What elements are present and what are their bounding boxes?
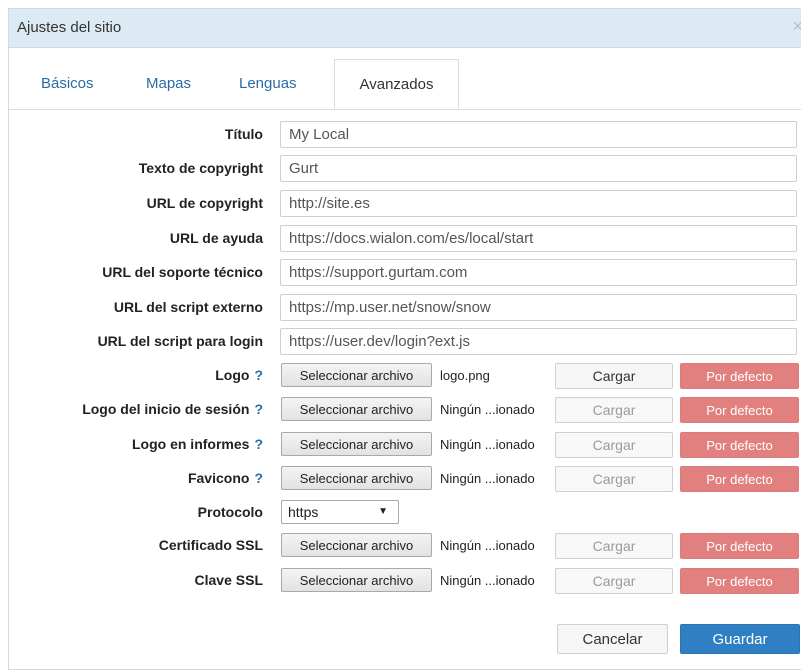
- cancel-button[interactable]: Cancelar: [557, 624, 668, 654]
- favicon-label-text: Favicono: [187, 470, 250, 486]
- login-logo-label-text: Logo del inicio de sesión: [82, 401, 250, 417]
- tab-avanzados[interactable]: Avanzados: [334, 59, 459, 109]
- ssl-key-upload-button[interactable]: Cargar: [555, 568, 673, 594]
- external-script-url-label: URL del script externo: [113, 299, 263, 315]
- logo-upload-button[interactable]: Cargar: [555, 363, 673, 389]
- dialog-titlebar: Ajustes del sitio ×: [9, 9, 801, 48]
- help-icon[interactable]: ?: [254, 401, 263, 417]
- login-logo-label: Logo del inicio de sesión?: [82, 401, 263, 417]
- titulo-input[interactable]: [280, 121, 797, 148]
- row-help-url: URL de ayuda: [9, 224, 801, 254]
- dialog-title: Ajustes del sitio: [17, 19, 122, 36]
- row-copyright-url: URL de copyright: [9, 189, 801, 219]
- help-icon[interactable]: ?: [254, 436, 263, 452]
- tab-bar: Básicos Mapas Lenguas Avanzados: [9, 48, 801, 110]
- ssl-key-default-button[interactable]: Por defecto: [680, 568, 799, 594]
- help-url-label: URL de ayuda: [169, 230, 263, 246]
- tab-lenguas[interactable]: Lenguas: [239, 75, 297, 92]
- help-icon[interactable]: ?: [254, 367, 263, 383]
- report-logo-label-text: Logo en informes: [131, 436, 250, 452]
- ssl-cert-filename: Ningún ...ionado: [440, 538, 535, 553]
- row-favicon: Favicono? Seleccionar archivo Ningún ...…: [9, 464, 801, 494]
- row-external-script-url: URL del script externo: [9, 293, 801, 323]
- favicon-default-button[interactable]: Por defecto: [680, 466, 799, 492]
- protocol-label: Protocolo: [197, 504, 263, 520]
- favicon-select-file-button[interactable]: Seleccionar archivo: [281, 466, 432, 490]
- ssl-cert-default-button[interactable]: Por defecto: [680, 533, 799, 559]
- row-copyright-text: Texto de copyright: [9, 154, 801, 184]
- row-ssl-key: Clave SSL Seleccionar archivo Ningún ...…: [9, 566, 801, 596]
- logo-filename: logo.png: [440, 368, 490, 383]
- titulo-label: Título: [224, 126, 263, 142]
- login-logo-select-file-button[interactable]: Seleccionar archivo: [281, 397, 432, 421]
- ssl-key-label: Clave SSL: [194, 572, 263, 588]
- row-logo: Logo? Seleccionar archivo logo.png Carga…: [9, 361, 801, 391]
- row-protocol: Protocolo https ▼: [9, 498, 801, 528]
- support-url-label: URL del soporte técnico: [102, 264, 263, 280]
- row-titulo: Título: [9, 120, 801, 150]
- report-logo-upload-button[interactable]: Cargar: [555, 432, 673, 458]
- ssl-cert-select-file-button[interactable]: Seleccionar archivo: [281, 533, 432, 557]
- report-logo-default-button[interactable]: Por defecto: [680, 432, 799, 458]
- help-url-input[interactable]: [280, 225, 797, 252]
- login-logo-filename: Ningún ...ionado: [440, 402, 535, 417]
- row-login-script-url: URL del script para login: [9, 327, 801, 357]
- row-support-url: URL del soporte técnico: [9, 258, 801, 288]
- login-script-url-label: URL del script para login: [97, 333, 263, 349]
- ssl-cert-upload-button[interactable]: Cargar: [555, 533, 673, 559]
- help-icon[interactable]: ?: [254, 470, 263, 486]
- ssl-key-filename: Ningún ...ionado: [440, 573, 535, 588]
- copyright-url-label: URL de copyright: [146, 195, 263, 211]
- tab-mapas[interactable]: Mapas: [146, 75, 191, 92]
- protocol-select[interactable]: https ▼: [281, 500, 399, 524]
- logo-label-text: Logo: [215, 367, 250, 383]
- protocol-value: https: [288, 504, 319, 520]
- support-url-input[interactable]: [280, 259, 797, 286]
- favicon-filename: Ningún ...ionado: [440, 471, 535, 486]
- logo-default-button[interactable]: Por defecto: [680, 363, 799, 389]
- favicon-upload-button[interactable]: Cargar: [555, 466, 673, 492]
- tab-basicos[interactable]: Básicos: [41, 75, 94, 92]
- favicon-label: Favicono?: [188, 470, 263, 486]
- save-button[interactable]: Guardar: [680, 624, 800, 654]
- logo-select-file-button[interactable]: Seleccionar archivo: [281, 363, 432, 387]
- report-logo-label: Logo en informes?: [132, 436, 263, 452]
- chevron-down-icon: ▼: [378, 506, 388, 517]
- report-logo-filename: Ningún ...ionado: [440, 437, 535, 452]
- external-script-url-input[interactable]: [280, 294, 797, 321]
- logo-label: Logo?: [215, 367, 263, 383]
- ssl-key-select-file-button[interactable]: Seleccionar archivo: [281, 568, 432, 592]
- row-report-logo: Logo en informes? Seleccionar archivo Ni…: [9, 430, 801, 460]
- close-icon[interactable]: ×: [792, 17, 801, 35]
- copyright-url-input[interactable]: [280, 190, 797, 217]
- report-logo-select-file-button[interactable]: Seleccionar archivo: [281, 432, 432, 456]
- row-login-logo: Logo del inicio de sesión? Seleccionar a…: [9, 395, 801, 425]
- login-logo-upload-button[interactable]: Cargar: [555, 397, 673, 423]
- copyright-text-input[interactable]: [280, 155, 797, 182]
- ssl-cert-label: Certificado SSL: [158, 537, 263, 553]
- login-script-url-input[interactable]: [280, 328, 797, 355]
- login-logo-default-button[interactable]: Por defecto: [680, 397, 799, 423]
- copyright-text-label: Texto de copyright: [138, 160, 263, 176]
- site-settings-dialog: Ajustes del sitio × Básicos Mapas Lengua…: [8, 8, 801, 670]
- row-ssl-cert: Certificado SSL Seleccionar archivo Ning…: [9, 531, 801, 561]
